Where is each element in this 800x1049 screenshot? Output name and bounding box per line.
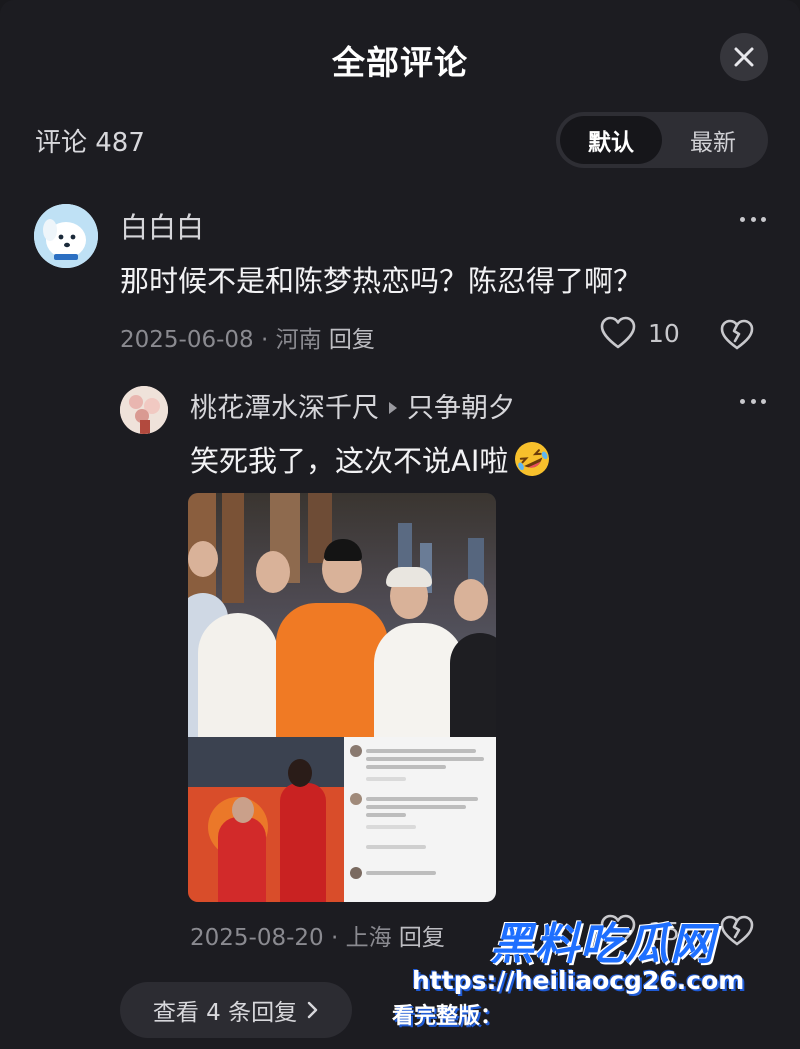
- person-shape: [276, 603, 388, 743]
- view-replies-button[interactable]: 查看 4 条回复: [120, 982, 352, 1038]
- comment-location: 河南: [275, 327, 322, 353]
- sort-latest-tab[interactable]: 最新: [662, 116, 764, 164]
- reply-image[interactable]: [188, 493, 496, 902]
- reply-text-line: 笑死我了，这次不说AI啦: [190, 438, 552, 480]
- reply-more-options-button[interactable]: [740, 399, 766, 409]
- cap-shape: [386, 567, 432, 587]
- comment-text: 那时候不是和陈梦热恋吗？陈忍得了啊？: [120, 264, 643, 298]
- text-line: [366, 805, 466, 809]
- view-replies-label: 查看 4 条回复: [152, 1000, 298, 1026]
- text-line: [366, 825, 416, 829]
- comments-toolbar: 评论 487 默认 最新: [35, 112, 768, 168]
- meta-separator: ·: [260, 327, 276, 353]
- reply-author[interactable]: 桃花潭水深千尺: [190, 393, 379, 424]
- building-shape: [222, 493, 244, 603]
- meta-separator: ·: [330, 925, 346, 951]
- sort-toggle: 默认 最新: [556, 112, 768, 168]
- broken-heart-icon[interactable]: [720, 318, 754, 352]
- comment-author[interactable]: 白白白: [120, 206, 204, 246]
- reply-author-line: 桃花潭水深千尺 只争朝夕: [190, 386, 515, 425]
- like-count: 10: [648, 318, 680, 348]
- close-button[interactable]: [720, 33, 768, 81]
- person-shape: [280, 783, 326, 902]
- mini-avatar: [350, 867, 362, 879]
- comment-meta: 2025-06-08 · 河南 回复: [120, 320, 375, 354]
- watermark-label: 看完整版：: [392, 1004, 503, 1029]
- sort-default-tab[interactable]: 默认: [560, 116, 662, 164]
- watermark-title: 黑料吃瓜网: [490, 919, 715, 970]
- reply-to-arrow-icon: [389, 402, 397, 414]
- reply-button[interactable]: 回复: [329, 327, 375, 353]
- hair-shape: [324, 539, 362, 561]
- person-shape: [198, 613, 278, 743]
- person-shape: [218, 817, 266, 902]
- mini-avatar: [350, 745, 362, 757]
- stadium-seats: [188, 737, 344, 787]
- text-line: [366, 777, 406, 781]
- dog-avatar-icon: [34, 204, 98, 268]
- avatar[interactable]: [34, 204, 98, 268]
- flower-avatar-icon: [120, 386, 168, 434]
- rolling-laughing-emoji-icon: [515, 442, 550, 476]
- reply-avatar[interactable]: [120, 386, 168, 434]
- more-options-button[interactable]: [740, 217, 766, 227]
- text-line: [366, 749, 476, 753]
- comments-sheet: 全部评论 评论 487 默认 最新 白白白 那时候不是和陈梦热恋吗？陈忍得了啊？…: [0, 0, 800, 1049]
- mini-avatar: [350, 793, 362, 805]
- text-line: [366, 845, 426, 849]
- reply-to-user[interactable]: 只争朝夕: [407, 393, 515, 424]
- reply-date: 2025-08-20: [190, 925, 324, 951]
- text-line: [366, 813, 406, 817]
- person-head: [288, 759, 312, 787]
- comment-date: 2025-06-08: [120, 327, 254, 353]
- table-tennis-photo: [188, 737, 344, 902]
- text-line: [366, 797, 478, 801]
- person-head: [232, 797, 254, 823]
- sheet-title: 全部评论: [332, 43, 468, 82]
- comment-count: 评论 487: [35, 127, 145, 158]
- reply-text: 笑死我了，这次不说AI啦: [190, 444, 509, 478]
- heart-icon: [600, 316, 636, 349]
- person-head: [188, 541, 218, 577]
- person-head: [256, 551, 290, 593]
- close-icon: [734, 47, 754, 67]
- reply-location: 上海: [345, 925, 392, 951]
- watermark: 黑料吃瓜网 https://heiliaocg26.com 看完整版：: [392, 908, 792, 1038]
- watermark-url: https://heiliaocg26.com: [412, 966, 745, 995]
- text-line: [366, 871, 436, 875]
- text-line: [366, 757, 484, 761]
- comment-screenshot: [344, 737, 496, 902]
- text-line: [366, 765, 446, 769]
- person-head: [454, 579, 488, 621]
- group-photo: [188, 493, 496, 743]
- like-button[interactable]: 10: [600, 316, 680, 350]
- person-shape: [450, 633, 496, 743]
- chevron-right-icon: [307, 1001, 318, 1019]
